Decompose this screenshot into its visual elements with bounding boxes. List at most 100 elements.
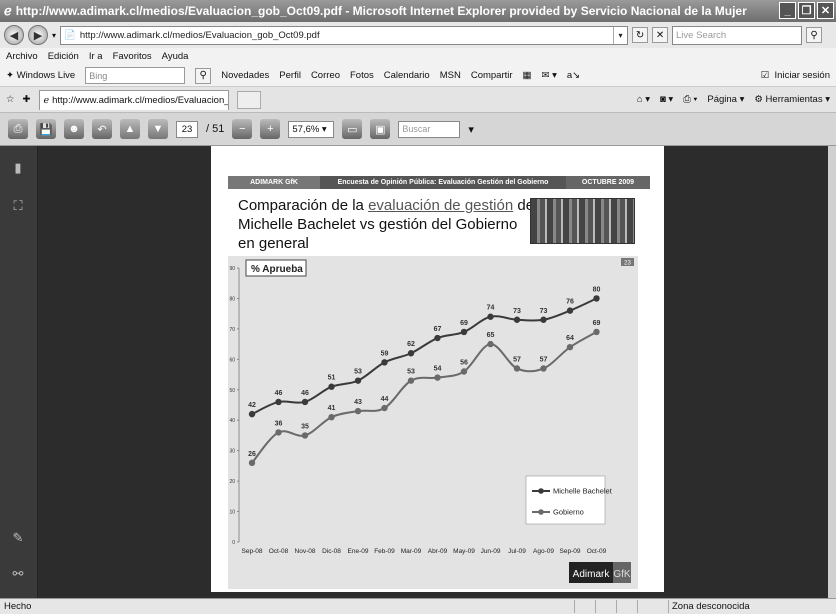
- pages-icon[interactable]: ▮: [10, 160, 26, 176]
- command-bar: ⌂ ▾ ◙ ▾ ⎙ ▾ Página ▾ ⚙ Herramientas ▾: [637, 94, 836, 105]
- toolbar-item-msn[interactable]: MSN: [440, 70, 461, 81]
- feeds-icon[interactable]: ◙ ▾: [660, 94, 673, 105]
- data-label: 76: [566, 299, 574, 306]
- fit-page-icon: ▭: [347, 123, 358, 136]
- y-tick-label: 30: [229, 449, 235, 455]
- pdf-search-input[interactable]: Buscar: [398, 120, 461, 138]
- zoom-out-icon: −: [239, 123, 246, 135]
- stop-icon: ✕: [655, 29, 665, 41]
- menu-archivo[interactable]: Archivo: [6, 51, 38, 62]
- y-tick-label: 40: [229, 418, 235, 424]
- tab-bar: ☆ ✚ ℯ http://www.adimark.cl/medios/Evalu…: [0, 87, 836, 113]
- windows-live-button[interactable]: ✦ Windows Live: [6, 70, 75, 81]
- live-search-input[interactable]: Live Search: [672, 25, 803, 45]
- toolbar-item-calendario[interactable]: Calendario: [384, 70, 430, 81]
- attachment-icon[interactable]: ⚯: [10, 566, 26, 582]
- legend-swatch-marker: [538, 488, 544, 494]
- print-icon[interactable]: ⎙ ▾: [683, 94, 697, 105]
- stop-button[interactable]: ✕: [652, 27, 669, 43]
- data-point: [566, 343, 574, 351]
- x-tick-label: Nov-08: [295, 548, 316, 555]
- x-tick-label: Sep-09: [560, 548, 581, 555]
- status-divider: [668, 600, 669, 613]
- favorites-star-icon[interactable]: ☆: [6, 94, 15, 105]
- bing-search-input[interactable]: Bing: [85, 67, 186, 84]
- tools-menu[interactable]: ⚙ Herramientas ▾: [754, 94, 830, 105]
- pdf-toolbar: ⎙ 💾 ☻ ↶ ▲ ▼ 23 / 51 − + 57,6% ▾ ▭ ▣ Busc…: [0, 113, 836, 146]
- page-number-input[interactable]: 23: [176, 120, 198, 138]
- toolbar-item-perfil[interactable]: Perfil: [279, 70, 301, 81]
- y-tick-label: 90: [229, 266, 235, 272]
- fit-width-button[interactable]: ▣: [370, 119, 391, 139]
- data-label: 35: [301, 423, 309, 430]
- photo-icon[interactable]: ▦: [523, 70, 532, 81]
- data-point: [301, 432, 309, 439]
- pdf-search-dropdown-icon[interactable]: ▾: [468, 123, 474, 136]
- status-divider: [595, 600, 596, 613]
- y-tick-label: 60: [229, 357, 235, 363]
- banner-date: OCTUBRE 2009: [566, 176, 650, 189]
- undo-button[interactable]: ↶: [92, 119, 112, 139]
- data-label: 73: [540, 308, 548, 315]
- search-button[interactable]: ⚲: [806, 27, 823, 43]
- address-dropdown-icon[interactable]: ▾: [613, 26, 627, 44]
- print-icon: ⎙: [13, 122, 23, 135]
- data-point: [248, 459, 256, 467]
- menu-ayuda[interactable]: Ayuda: [162, 51, 189, 62]
- toolbar-item-correo[interactable]: Correo: [311, 70, 340, 81]
- status-text: Hecho: [4, 601, 32, 612]
- zoom-select[interactable]: 57,6% ▾: [288, 120, 335, 138]
- maximize-button[interactable]: ❐: [798, 2, 815, 19]
- slide-title-highlight: evaluación de gestión: [368, 197, 514, 214]
- close-button[interactable]: ✕: [817, 2, 834, 19]
- menu-favoritos[interactable]: Favoritos: [113, 51, 152, 62]
- translate-icon[interactable]: a↘: [567, 70, 580, 81]
- new-tab-button[interactable]: [236, 90, 261, 109]
- toolbar-item-fotos[interactable]: Fotos: [350, 70, 374, 81]
- y-tick-label: 80: [229, 296, 235, 302]
- next-page-button[interactable]: ▼: [148, 119, 168, 139]
- address-bar[interactable]: 📄 http://www.adimark.cl/medios/Evaluacio…: [60, 25, 629, 45]
- mail-icon[interactable]: ✉ ▾: [542, 70, 557, 81]
- history-dropdown-icon[interactable]: ▾: [52, 31, 56, 40]
- data-point: [513, 365, 521, 372]
- attach-button[interactable]: ☻: [64, 119, 84, 139]
- data-point: [513, 316, 521, 323]
- zoom-in-button[interactable]: +: [260, 119, 281, 139]
- toolbar-item-compartir[interactable]: Compartir: [471, 70, 513, 81]
- data-label: 80: [593, 286, 601, 293]
- menu-edicion[interactable]: Edición: [48, 51, 79, 62]
- forward-button[interactable]: ▶: [28, 25, 48, 45]
- chart-title: % Aprueba: [251, 264, 303, 275]
- comments-icon[interactable]: ✎: [10, 530, 26, 546]
- prev-page-button[interactable]: ▲: [120, 119, 140, 139]
- toolbar-item-novedades[interactable]: Novedades: [221, 70, 269, 81]
- menu-ir-a[interactable]: Ir a: [89, 51, 103, 62]
- add-favorite-icon[interactable]: ✚: [23, 94, 31, 105]
- refresh-button[interactable]: ↻: [632, 27, 649, 43]
- binoculars-icon[interactable]: ⛶: [10, 198, 26, 214]
- undo-icon: ↶: [97, 123, 107, 136]
- zoom-out-button[interactable]: −: [232, 119, 253, 139]
- pdf-page: ADIMARK GfK Encuesta de Opinión Pública:…: [211, 146, 664, 592]
- save-button[interactable]: 💾: [36, 119, 56, 139]
- back-button[interactable]: ◀: [4, 25, 24, 45]
- print-button[interactable]: ⎙: [8, 119, 28, 139]
- tab-page-icon: ℯ: [43, 94, 50, 106]
- status-bar: Hecho Zona desconocida: [0, 598, 836, 614]
- menu-bar: Archivo Edición Ir a Favoritos Ayuda: [0, 48, 836, 65]
- tab-pdf[interactable]: ℯ http://www.adimark.cl/medios/Evaluacio…: [38, 89, 229, 110]
- fit-page-button[interactable]: ▭: [342, 119, 363, 139]
- page-menu[interactable]: Página ▾: [707, 94, 744, 105]
- data-label: 69: [593, 320, 601, 327]
- home-icon[interactable]: ⌂ ▾: [637, 94, 650, 105]
- signin-button[interactable]: ☑ Iniciar sesión: [761, 70, 830, 81]
- data-label: 53: [354, 369, 362, 376]
- minimize-button[interactable]: _: [779, 2, 796, 19]
- search-icon: ⚲: [810, 29, 818, 41]
- window-title-bar: ℯ http://www.adimark.cl/medios/Evaluacio…: [0, 0, 836, 22]
- people-icon: ☻: [68, 123, 80, 135]
- vertical-scrollbar[interactable]: [828, 146, 836, 598]
- data-label: 26: [248, 451, 256, 458]
- bing-search-button[interactable]: ⚲: [195, 67, 212, 84]
